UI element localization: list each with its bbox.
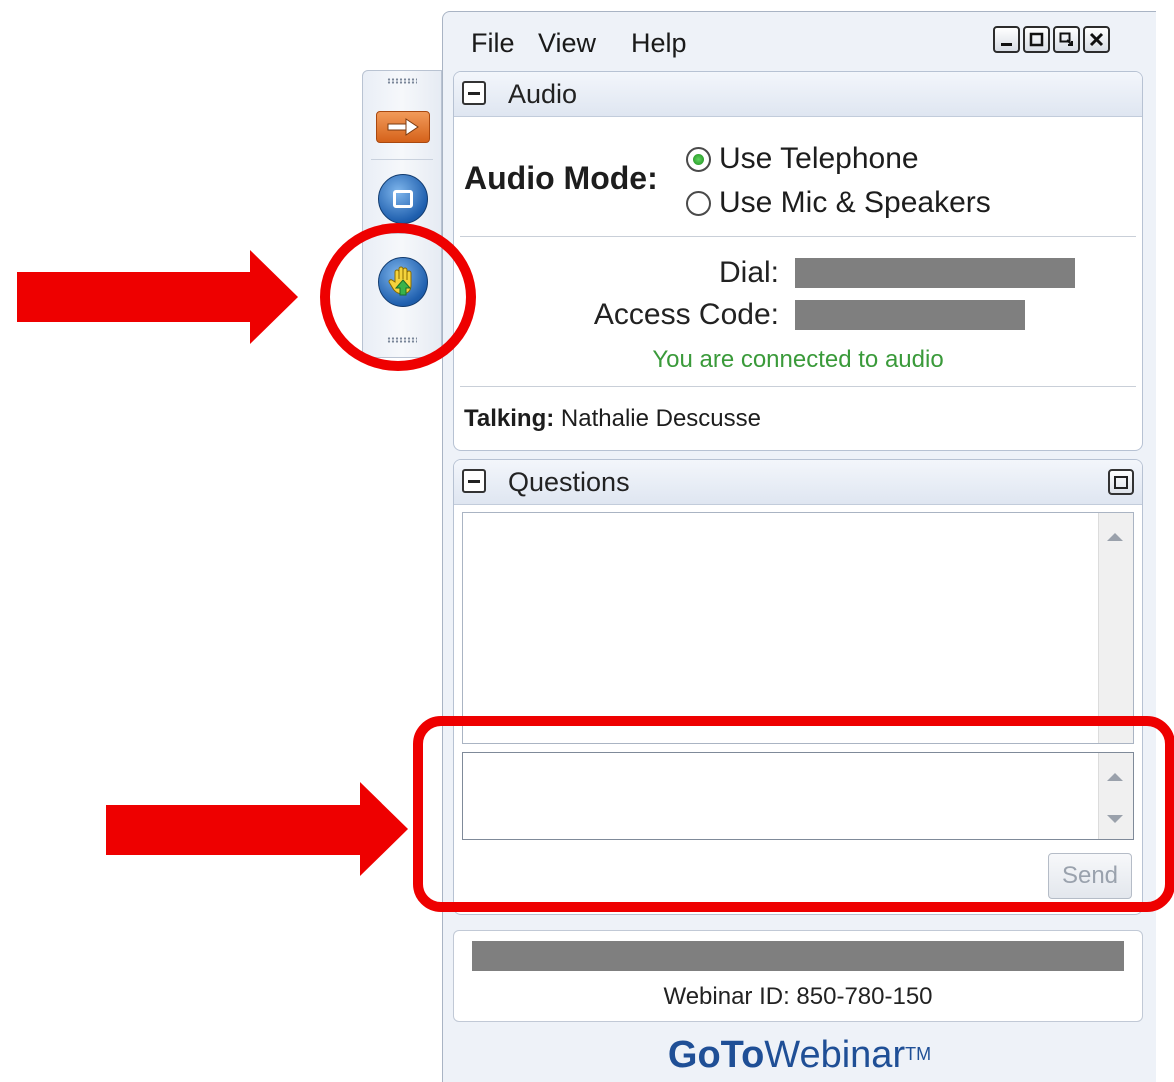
arrow-right-icon [376,111,430,143]
questions-log-scrollbar[interactable] [1098,513,1133,743]
questions-panel-title: Questions [508,467,630,497]
audio-collapse-button[interactable] [462,81,486,105]
access-code-label: Access Code: [593,298,779,331]
dial-number-redacted [795,258,1075,288]
use-mic-speakers-radio[interactable] [686,190,711,216]
questions-popout-button[interactable] [1108,469,1134,495]
dial-label: Dial: [718,256,779,289]
audio-panel-header: Audio [454,72,1142,117]
access-code-redacted [795,300,1025,330]
use-telephone-label: Use Telephone [719,142,919,175]
close-icon [1089,32,1104,47]
audio-mode-label: Audio Mode: [464,160,658,196]
window-icon [378,174,428,224]
use-telephone-option[interactable]: Use Telephone [686,142,919,176]
gotowebinar-logo: GoToWebinarTM [667,1034,932,1076]
popout-icon [1059,32,1073,46]
talking-label: Talking: [464,405,555,432]
audio-panel: Audio Audio Mode: Use Telephone Use Mic … [453,71,1143,451]
use-telephone-radio[interactable] [686,146,711,172]
questions-panel-header: Questions [454,460,1142,505]
minimize-button[interactable] [993,26,1020,53]
menu-file[interactable]: File [471,28,515,59]
annotation-circle-raise-hand [320,223,476,371]
popout-window-button[interactable] [1053,26,1080,53]
talking-indicator: Talking: Nathalie Descusse [464,405,761,433]
scroll-up-icon[interactable] [1107,533,1123,541]
minimize-icon [1001,43,1012,46]
webinar-info-box: Webinar ID: 850-780-150 [453,930,1143,1022]
audio-panel-title: Audio [508,79,578,109]
toolbar-grip-top[interactable] [387,78,417,84]
questions-log[interactable] [462,512,1134,744]
audio-status: You are connected to audio [652,346,944,373]
questions-collapse-button[interactable] [462,469,486,493]
annotation-box-question-input [413,716,1174,912]
talking-name: Nathalie Descusse [560,405,762,432]
use-mic-speakers-option[interactable]: Use Mic & Speakers [686,186,991,220]
show-screen-button[interactable] [373,171,433,227]
use-mic-speakers-label: Use Mic & Speakers [719,186,991,219]
collapse-panel-button[interactable] [373,99,433,155]
close-button[interactable] [1083,26,1110,53]
menu-view[interactable]: View [538,28,596,59]
webinar-id: Webinar ID: 850-780-150 [663,983,933,1010]
maximize-button[interactable] [1023,26,1050,53]
menu-bar: File View Help [443,12,1156,72]
webinar-title-redacted [472,941,1124,971]
webinar-control-panel: File View Help Audio Audio Mode: Use Tel… [442,11,1156,1082]
maximize-icon [1029,32,1044,47]
menu-help[interactable]: Help [631,28,687,59]
